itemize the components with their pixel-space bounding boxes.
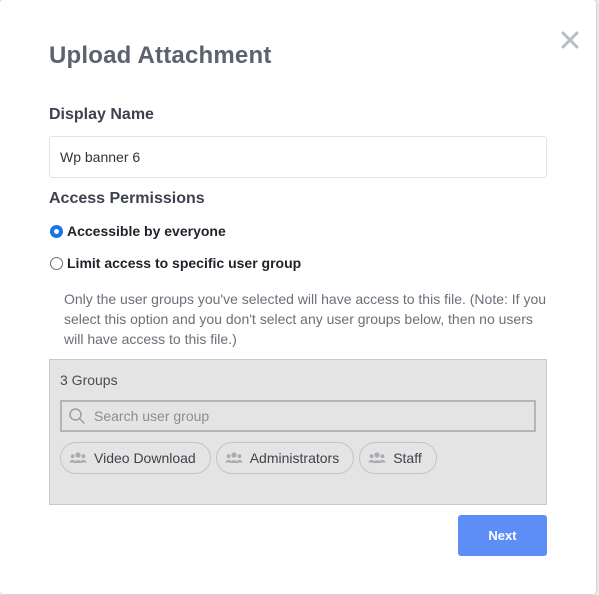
group-chip-label: Administrators	[249, 450, 340, 466]
access-option-limit-label: Limit access to specific user group	[67, 255, 302, 271]
users-icon	[225, 451, 243, 465]
radio-limit[interactable]	[50, 256, 63, 270]
upload-attachment-modal: Upload Attachment Display Name Access Pe…	[0, 0, 596, 594]
groups-count: 3 Groups	[60, 372, 118, 388]
display-name-input[interactable]	[49, 136, 547, 178]
display-name-label: Display Name	[49, 106, 154, 123]
access-option-everyone-label: Accessible by everyone	[67, 223, 226, 239]
users-icon	[69, 451, 87, 465]
group-search-input[interactable]	[94, 408, 514, 424]
user-groups-panel: 3 Groups Search user group Video Downloa…	[49, 359, 547, 505]
search-icon	[68, 407, 86, 425]
group-chip-staff[interactable]: Staff	[359, 442, 437, 474]
users-icon	[368, 451, 386, 465]
access-option-everyone[interactable]: Accessible by everyone	[49, 223, 226, 239]
group-chip-administrators[interactable]: Administrators	[215, 442, 355, 474]
radio-everyone[interactable]	[50, 224, 63, 238]
access-permissions-label: Access Permissions	[49, 190, 205, 207]
group-search-box[interactable]	[60, 400, 536, 432]
group-chip-list: Video Download Administrators Staff	[60, 442, 437, 474]
next-button[interactable]: Next	[458, 515, 547, 556]
access-option-limit[interactable]: Limit access to specific user group	[49, 255, 301, 271]
group-chip-label: Video Download	[94, 450, 196, 466]
group-chip-label: Staff	[393, 450, 422, 466]
group-chip-video-download[interactable]: Video Download	[60, 442, 211, 474]
close-icon[interactable]	[560, 30, 580, 50]
access-note: Only the user groups you've selected wil…	[64, 291, 547, 347]
modal-title: Upload Attachment	[49, 42, 272, 69]
